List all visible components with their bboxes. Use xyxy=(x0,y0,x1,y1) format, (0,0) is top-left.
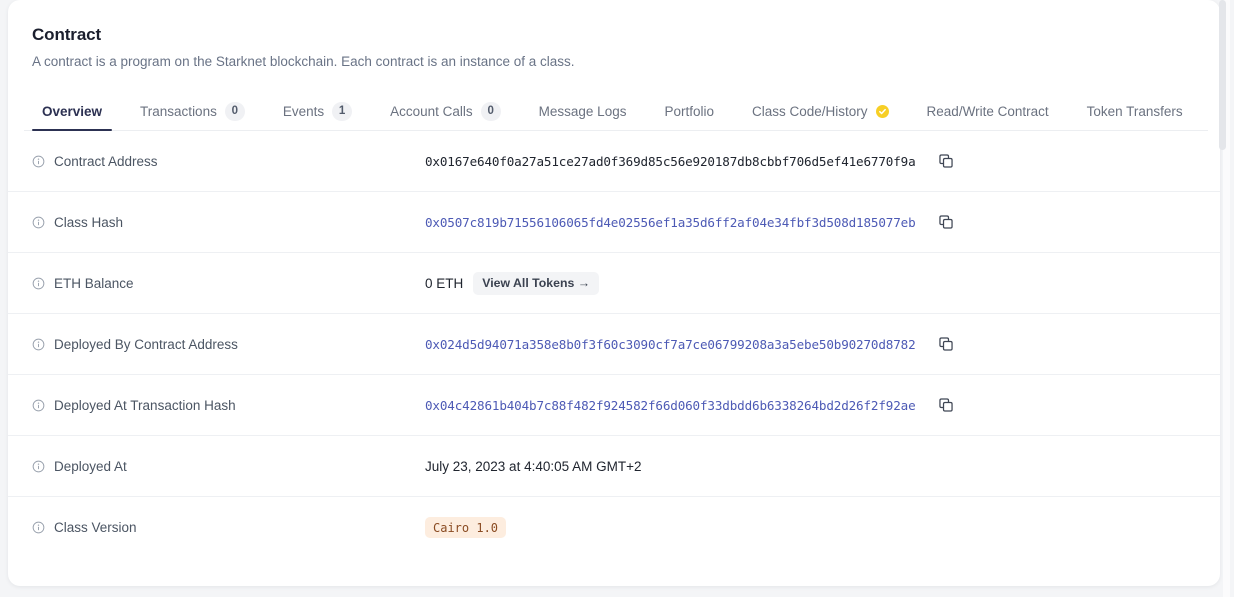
detail-row: Contract Address 0x0167e640f0a27a51ce27ad… xyxy=(8,131,1220,192)
tab-count-badge: 1 xyxy=(332,101,353,121)
info-circle-icon[interactable] xyxy=(32,338,45,351)
info-circle-icon[interactable] xyxy=(32,216,45,229)
info-circle-icon[interactable] xyxy=(32,277,45,290)
tab-overview[interactable]: Overview xyxy=(32,91,113,131)
tab-read-write-contract[interactable]: Read/Write Contract xyxy=(917,91,1059,131)
detail-row: Deployed By Contract Address 0x024d5d9407… xyxy=(8,314,1220,375)
detail-row-label: Deployed By Contract Address xyxy=(32,337,425,352)
value-address-link[interactable]: 0x024d5d94071a358e8b0f3f60c3090cf7a7ce06… xyxy=(425,337,916,352)
detail-row-label-text: Contract Address xyxy=(54,153,158,169)
verified-check-icon xyxy=(875,104,889,118)
page-subtitle: A contract is a program on the Starknet … xyxy=(32,54,575,69)
tab-label: Portfolio xyxy=(664,103,714,119)
detail-row: Class Hash 0x0507c819b71556106065fd4e0255… xyxy=(8,192,1220,253)
detail-row-label-text: ETH Balance xyxy=(54,275,134,291)
detail-row-label-text: Deployed By Contract Address xyxy=(54,336,238,352)
tab-count-badge: 0 xyxy=(480,101,501,121)
tab-token-transfers[interactable]: Token Transfers xyxy=(1077,91,1193,131)
detail-row-value: Cairo 1.0 xyxy=(425,517,507,538)
tab-label: Account Calls xyxy=(390,103,473,119)
tab-label: Token Transfers xyxy=(1086,103,1183,119)
page-scrollbar-thumb[interactable] xyxy=(1219,0,1226,150)
overview-detail-list: Contract Address 0x0167e640f0a27a51ce27ad… xyxy=(8,131,1220,558)
detail-row-value: July 23, 2023 at 4:40:05 AM GMT+2 xyxy=(425,459,642,474)
tab-label: Transactions xyxy=(140,103,217,119)
detail-row: Class Version Cairo 1.0 xyxy=(8,497,1220,558)
info-circle-icon[interactable] xyxy=(32,521,45,534)
tab-label: Events xyxy=(282,103,325,119)
contract-card: Contract A contract is a program on the … xyxy=(8,0,1220,586)
copy-icon[interactable] xyxy=(938,397,955,414)
detail-row-label-text: Deployed At Transaction Hash xyxy=(54,397,236,413)
tab-count-badge: 0 xyxy=(224,101,245,121)
tab-label: Class Code/History xyxy=(752,103,868,119)
detail-row-label: Class Version xyxy=(32,520,425,535)
detail-row-value: 0x024d5d94071a358e8b0f3f60c3090cf7a7ce06… xyxy=(425,336,955,353)
copy-icon[interactable] xyxy=(938,336,955,353)
value-address-link[interactable]: 0x0507c819b71556106065fd4e02556ef1a35d6f… xyxy=(425,215,916,230)
tab-portfolio[interactable]: Portfolio xyxy=(654,91,724,131)
detail-row-label: Contract Address xyxy=(32,154,425,169)
tab-events[interactable]: Events 1 xyxy=(273,91,362,131)
tab-transactions[interactable]: Transactions 0 xyxy=(130,91,255,131)
tab-label: Message Logs xyxy=(538,103,627,119)
card-header: Contract A contract is a program on the … xyxy=(8,0,1220,71)
tab-bar: Overview Transactions 0 Events 1 Account Call… xyxy=(8,91,1220,131)
detail-row-label: Class Hash xyxy=(32,215,425,230)
detail-row-label-text: Class Hash xyxy=(54,214,124,230)
class-version-tag: Cairo 1.0 xyxy=(425,517,507,538)
copy-icon[interactable] xyxy=(938,214,955,231)
detail-row-value: 0 ETH View All Tokens → xyxy=(425,271,600,295)
detail-row: ETH Balance 0 ETH View All Tokens → xyxy=(8,253,1220,314)
info-circle-icon[interactable] xyxy=(32,155,45,168)
detail-row-label-text: Class Version xyxy=(54,520,137,535)
value-text: 0 ETH xyxy=(425,275,464,291)
value-text: July 23, 2023 at 4:40:05 AM GMT+2 xyxy=(425,458,642,474)
tab-message-logs[interactable]: Message Logs xyxy=(529,91,637,131)
tab-label: Overview xyxy=(42,103,103,119)
page-root: Contract A contract is a program on the … xyxy=(0,0,1234,597)
view-all-tokens-button[interactable]: View All Tokens → xyxy=(473,271,600,295)
value-address-link[interactable]: 0x04c42861b404b7c88f482f924582f66d060f33… xyxy=(425,398,916,413)
tab-class-code-history[interactable]: Class Code/History xyxy=(742,91,899,131)
detail-row-label-text: Deployed At xyxy=(54,458,127,474)
value-address: 0x0167e640f0a27a51ce27ad0f369d85c56e9201… xyxy=(425,153,916,169)
detail-row-label: Deployed At Transaction Hash xyxy=(32,398,425,413)
detail-row-label: ETH Balance xyxy=(32,276,425,291)
page-scrollbar-track[interactable] xyxy=(1219,0,1230,597)
tab-account-calls[interactable]: Account Calls 0 xyxy=(380,91,511,131)
page-title: Contract xyxy=(32,25,102,44)
detail-row-value: 0x0507c819b71556106065fd4e02556ef1a35d6f… xyxy=(425,214,955,231)
detail-row-value: 0x0167e640f0a27a51ce27ad0f369d85c56e9201… xyxy=(425,153,955,170)
tab-label: Read/Write Contract xyxy=(926,103,1049,119)
detail-row-value: 0x04c42861b404b7c88f482f924582f66d060f33… xyxy=(425,397,955,414)
info-circle-icon[interactable] xyxy=(32,399,45,412)
info-circle-icon[interactable] xyxy=(32,460,45,473)
detail-row-label: Deployed At xyxy=(32,459,425,474)
detail-row: Deployed At Transaction Hash 0x04c42861b4… xyxy=(8,375,1220,436)
copy-icon[interactable] xyxy=(938,153,955,170)
detail-row: Deployed At July 23, 2023 at 4:40:05 AM G… xyxy=(8,436,1220,497)
